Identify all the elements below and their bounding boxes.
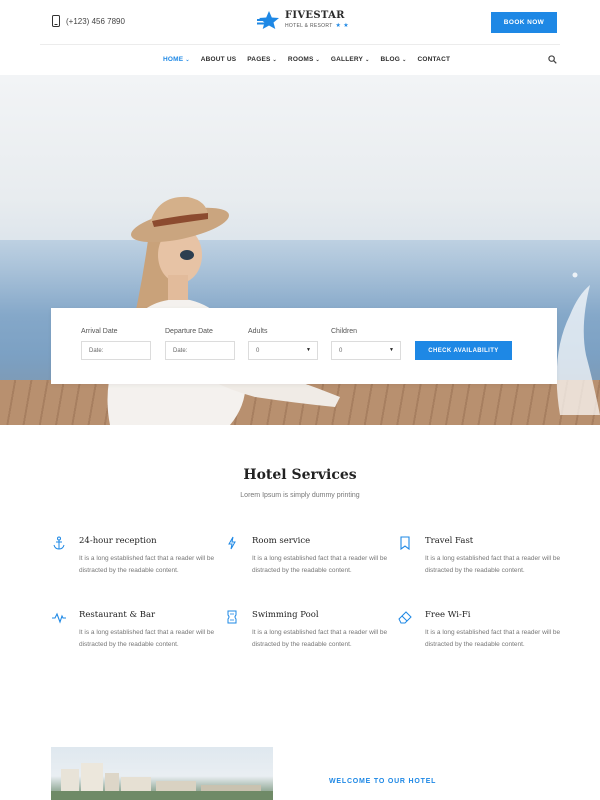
service-title: Room service bbox=[252, 536, 311, 546]
adults-select[interactable]: 0 ▼ bbox=[248, 341, 318, 360]
services-title: Hotel Services bbox=[243, 467, 357, 483]
service-description: It is a long established fact that a rea… bbox=[79, 629, 215, 648]
service-title: 24-hour reception bbox=[79, 536, 157, 546]
hotel-skyline-graphic bbox=[51, 763, 273, 800]
nav-item-label: GALLERY bbox=[330, 56, 364, 63]
nav-list: HOME ⌄ ABOUT US PAGES ⌄ ROOMS ⌄ GALLERY ⌄ BLOG ⌄ CO… bbox=[163, 56, 450, 63]
phone-number: (+123) 456 7890 bbox=[66, 16, 125, 26]
services-subtitle: Lorem Ipsum is simply dummy printing bbox=[240, 492, 360, 499]
nav-item-label: PAGES bbox=[247, 56, 271, 63]
nav-item-label: BLOG bbox=[380, 56, 401, 63]
bookmark-icon bbox=[400, 536, 410, 550]
phone-contact[interactable]: (+123) 456 7890 bbox=[52, 15, 125, 27]
children-value: 0 bbox=[339, 347, 343, 354]
chevron-down-icon: ⌄ bbox=[402, 56, 407, 63]
logo[interactable]: FIVESTAR HOTEL & RESORT ★ ★ bbox=[257, 10, 349, 30]
nav-item-rooms[interactable]: ROOMS ⌄ bbox=[288, 56, 320, 63]
search-icon[interactable] bbox=[548, 55, 557, 64]
service-description: It is a long established fact that a rea… bbox=[252, 629, 388, 648]
service-description: It is a long established fact that a rea… bbox=[252, 555, 388, 574]
logo-tagline: HOTEL & RESORT ★ ★ bbox=[285, 23, 349, 29]
bolt-icon bbox=[228, 536, 236, 550]
adults-value: 0 bbox=[256, 347, 260, 354]
pulse-icon bbox=[52, 612, 66, 624]
star-logo-icon bbox=[257, 11, 279, 29]
check-availability-button[interactable]: CHECK AVAILABILITY bbox=[415, 341, 512, 360]
nav-item-label: ABOUT US bbox=[200, 56, 237, 63]
book-now-button[interactable]: BOOK NOW bbox=[491, 12, 557, 33]
service-description: It is a long established fact that a rea… bbox=[425, 629, 561, 648]
service-description: It is a long established fact that a rea… bbox=[425, 555, 561, 574]
phone-icon bbox=[52, 15, 60, 27]
nav-item-gallery[interactable]: GALLERY ⌄ bbox=[331, 56, 370, 63]
logo-name: FIVESTAR bbox=[285, 10, 345, 21]
booking-form: Arrival Date Date: Departure Date Date: … bbox=[51, 308, 557, 384]
service-title: Restaurant & Bar bbox=[79, 610, 156, 620]
adults-dropdown-icon: ▼ bbox=[306, 347, 311, 353]
hotel-building-image bbox=[51, 747, 273, 800]
welcome-heading: WELCOME TO OUR HOTEL bbox=[329, 778, 437, 785]
chevron-down-icon: ⌄ bbox=[365, 56, 370, 63]
children-dropdown-icon: ▼ bbox=[389, 347, 394, 353]
departure-label: Departure Date bbox=[165, 328, 213, 335]
chevron-down-icon: ⌄ bbox=[272, 56, 277, 63]
logo-tagline-text: HOTEL & RESORT bbox=[285, 22, 333, 29]
logo-stars: ★ ★ bbox=[335, 23, 349, 29]
adults-label: Adults bbox=[248, 328, 268, 335]
arrival-label: Arrival Date bbox=[81, 328, 118, 335]
nav-item-label: CONTACT bbox=[417, 56, 451, 63]
arrival-date-input[interactable]: Date: bbox=[81, 341, 151, 360]
nav-item-label: HOME bbox=[163, 56, 184, 63]
nav-item-about-us[interactable]: ABOUT US bbox=[201, 56, 237, 63]
main-nav: HOME ⌄ ABOUT US PAGES ⌄ ROOMS ⌄ GALLERY ⌄ BLOG ⌄ CO… bbox=[0, 45, 600, 75]
departure-date-input[interactable]: Date: bbox=[165, 341, 235, 360]
service-description: It is a long established fact that a rea… bbox=[79, 555, 215, 574]
chevron-down-icon: ⌄ bbox=[315, 56, 320, 63]
departure-placeholder: Date: bbox=[173, 347, 188, 354]
nav-item-blog[interactable]: BLOG ⌄ bbox=[380, 56, 406, 63]
nav-item-contact[interactable]: CONTACT bbox=[417, 56, 450, 63]
children-select[interactable]: 0 ▼ bbox=[331, 341, 401, 360]
children-label: Children bbox=[331, 328, 358, 335]
chevron-down-icon: ⌄ bbox=[185, 56, 190, 63]
top-bar: (+123) 456 7890 FIVESTAR HOTEL & RESORT … bbox=[0, 0, 600, 44]
service-title: Travel Fast bbox=[425, 536, 474, 546]
nav-item-label: ROOMS bbox=[287, 56, 314, 63]
nav-item-home[interactable]: HOME ⌄ bbox=[163, 56, 190, 63]
service-title: Swimming Pool bbox=[252, 610, 319, 620]
nav-item-pages[interactable]: PAGES ⌄ bbox=[247, 56, 277, 63]
arrival-placeholder: Date: bbox=[89, 347, 104, 354]
ticket-icon bbox=[227, 610, 237, 624]
eraser-icon bbox=[398, 611, 412, 624]
anchor-icon bbox=[53, 536, 65, 550]
service-title: Free Wi-Fi bbox=[425, 610, 471, 620]
